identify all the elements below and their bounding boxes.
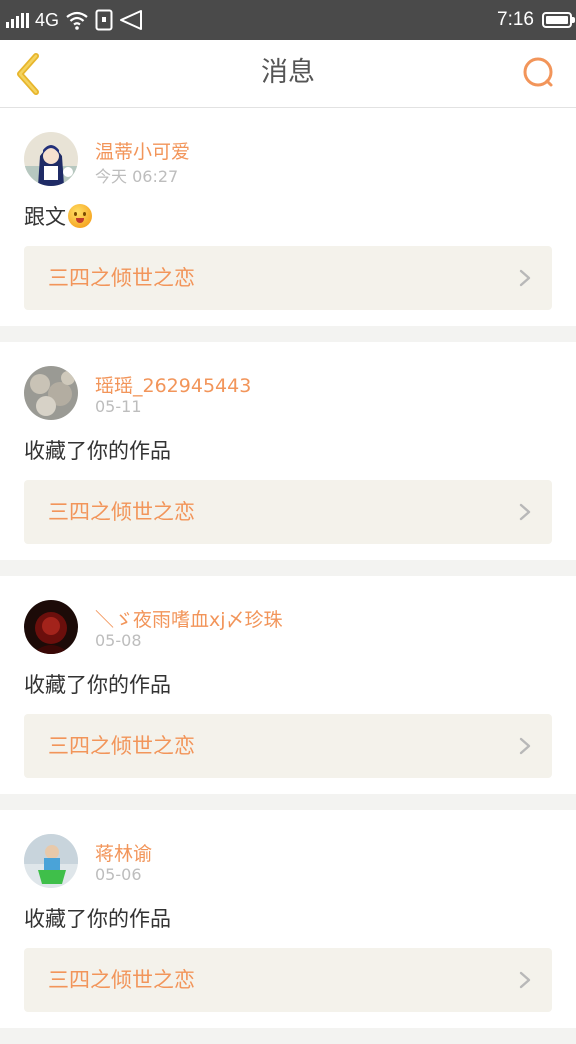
work-link[interactable]: 三四之倾世之恋 (24, 246, 552, 310)
work-title: 三四之倾世之恋 (48, 500, 195, 524)
wifi-icon (66, 11, 88, 30)
work-title: 三四之倾世之恋 (48, 734, 195, 758)
search-button[interactable] (516, 50, 564, 98)
message-list: 温蒂小可爱 今天 06:27 跟文 三四之倾世之恋 瑶瑶_262945443 0… (0, 108, 576, 1044)
chevron-right-icon (519, 971, 531, 989)
work-link[interactable]: 三四之倾世之恋 (24, 480, 552, 544)
work-title: 三四之倾世之恋 (48, 968, 195, 992)
work-title: 三四之倾世之恋 (48, 266, 195, 290)
chevron-right-icon (519, 737, 531, 755)
status-left: 4G (6, 8, 143, 32)
username[interactable]: ＼ゞ夜雨嗜血xj〆珍珠 (95, 605, 283, 632)
battery-icon (542, 12, 575, 28)
work-link[interactable]: 三四之倾世之恋 (24, 948, 552, 1012)
username[interactable]: 蒋林谕 (95, 839, 152, 866)
message-action: 收藏了你的作品 (24, 903, 171, 933)
smiling-face-emoji-icon (68, 204, 92, 228)
sim-card-icon (95, 9, 113, 31)
message-action: 收藏了你的作品 (24, 669, 171, 699)
navigation-arrow-icon (120, 10, 143, 30)
clock: 7:16 (497, 9, 534, 30)
avatar[interactable] (24, 600, 78, 654)
timestamp: 今天 06:27 (95, 167, 179, 186)
action-label: 收藏了你的作品 (24, 439, 171, 463)
message-card: 蒋林谕 05-06 收藏了你的作品 三四之倾世之恋 (0, 810, 576, 1028)
network-type: 4G (35, 9, 60, 30)
username[interactable]: 温蒂小可爱 (95, 137, 190, 164)
avatar[interactable] (24, 834, 78, 888)
work-link[interactable]: 三四之倾世之恋 (24, 714, 552, 778)
message-card: 温蒂小可爱 今天 06:27 跟文 三四之倾世之恋 (0, 108, 576, 326)
chevron-right-icon (519, 503, 531, 521)
search-icon (523, 57, 553, 87)
message-card: ＼ゞ夜雨嗜血xj〆珍珠 05-08 收藏了你的作品 三四之倾世之恋 (0, 576, 576, 794)
action-label: 收藏了你的作品 (24, 673, 171, 697)
page-title: 消息 (261, 57, 315, 88)
action-label: 跟文 (24, 205, 66, 229)
avatar[interactable] (24, 366, 78, 420)
status-bar: 4G 7:16 (0, 0, 576, 40)
message-card: 瑶瑶_262945443 05-11 收藏了你的作品 三四之倾世之恋 (0, 342, 576, 560)
message-action: 跟文 (24, 201, 92, 231)
chevron-right-icon (519, 269, 531, 287)
nav-bar: 消息 (0, 40, 576, 108)
timestamp: 05-11 (95, 397, 142, 416)
status-right: 7:16 (497, 8, 575, 32)
action-label: 收藏了你的作品 (24, 907, 171, 931)
username[interactable]: 瑶瑶_262945443 (95, 371, 251, 398)
avatar[interactable] (24, 132, 78, 186)
timestamp: 05-08 (95, 631, 142, 650)
message-action: 收藏了你的作品 (24, 435, 171, 465)
signal-icon (6, 12, 29, 28)
timestamp: 05-06 (95, 865, 142, 884)
